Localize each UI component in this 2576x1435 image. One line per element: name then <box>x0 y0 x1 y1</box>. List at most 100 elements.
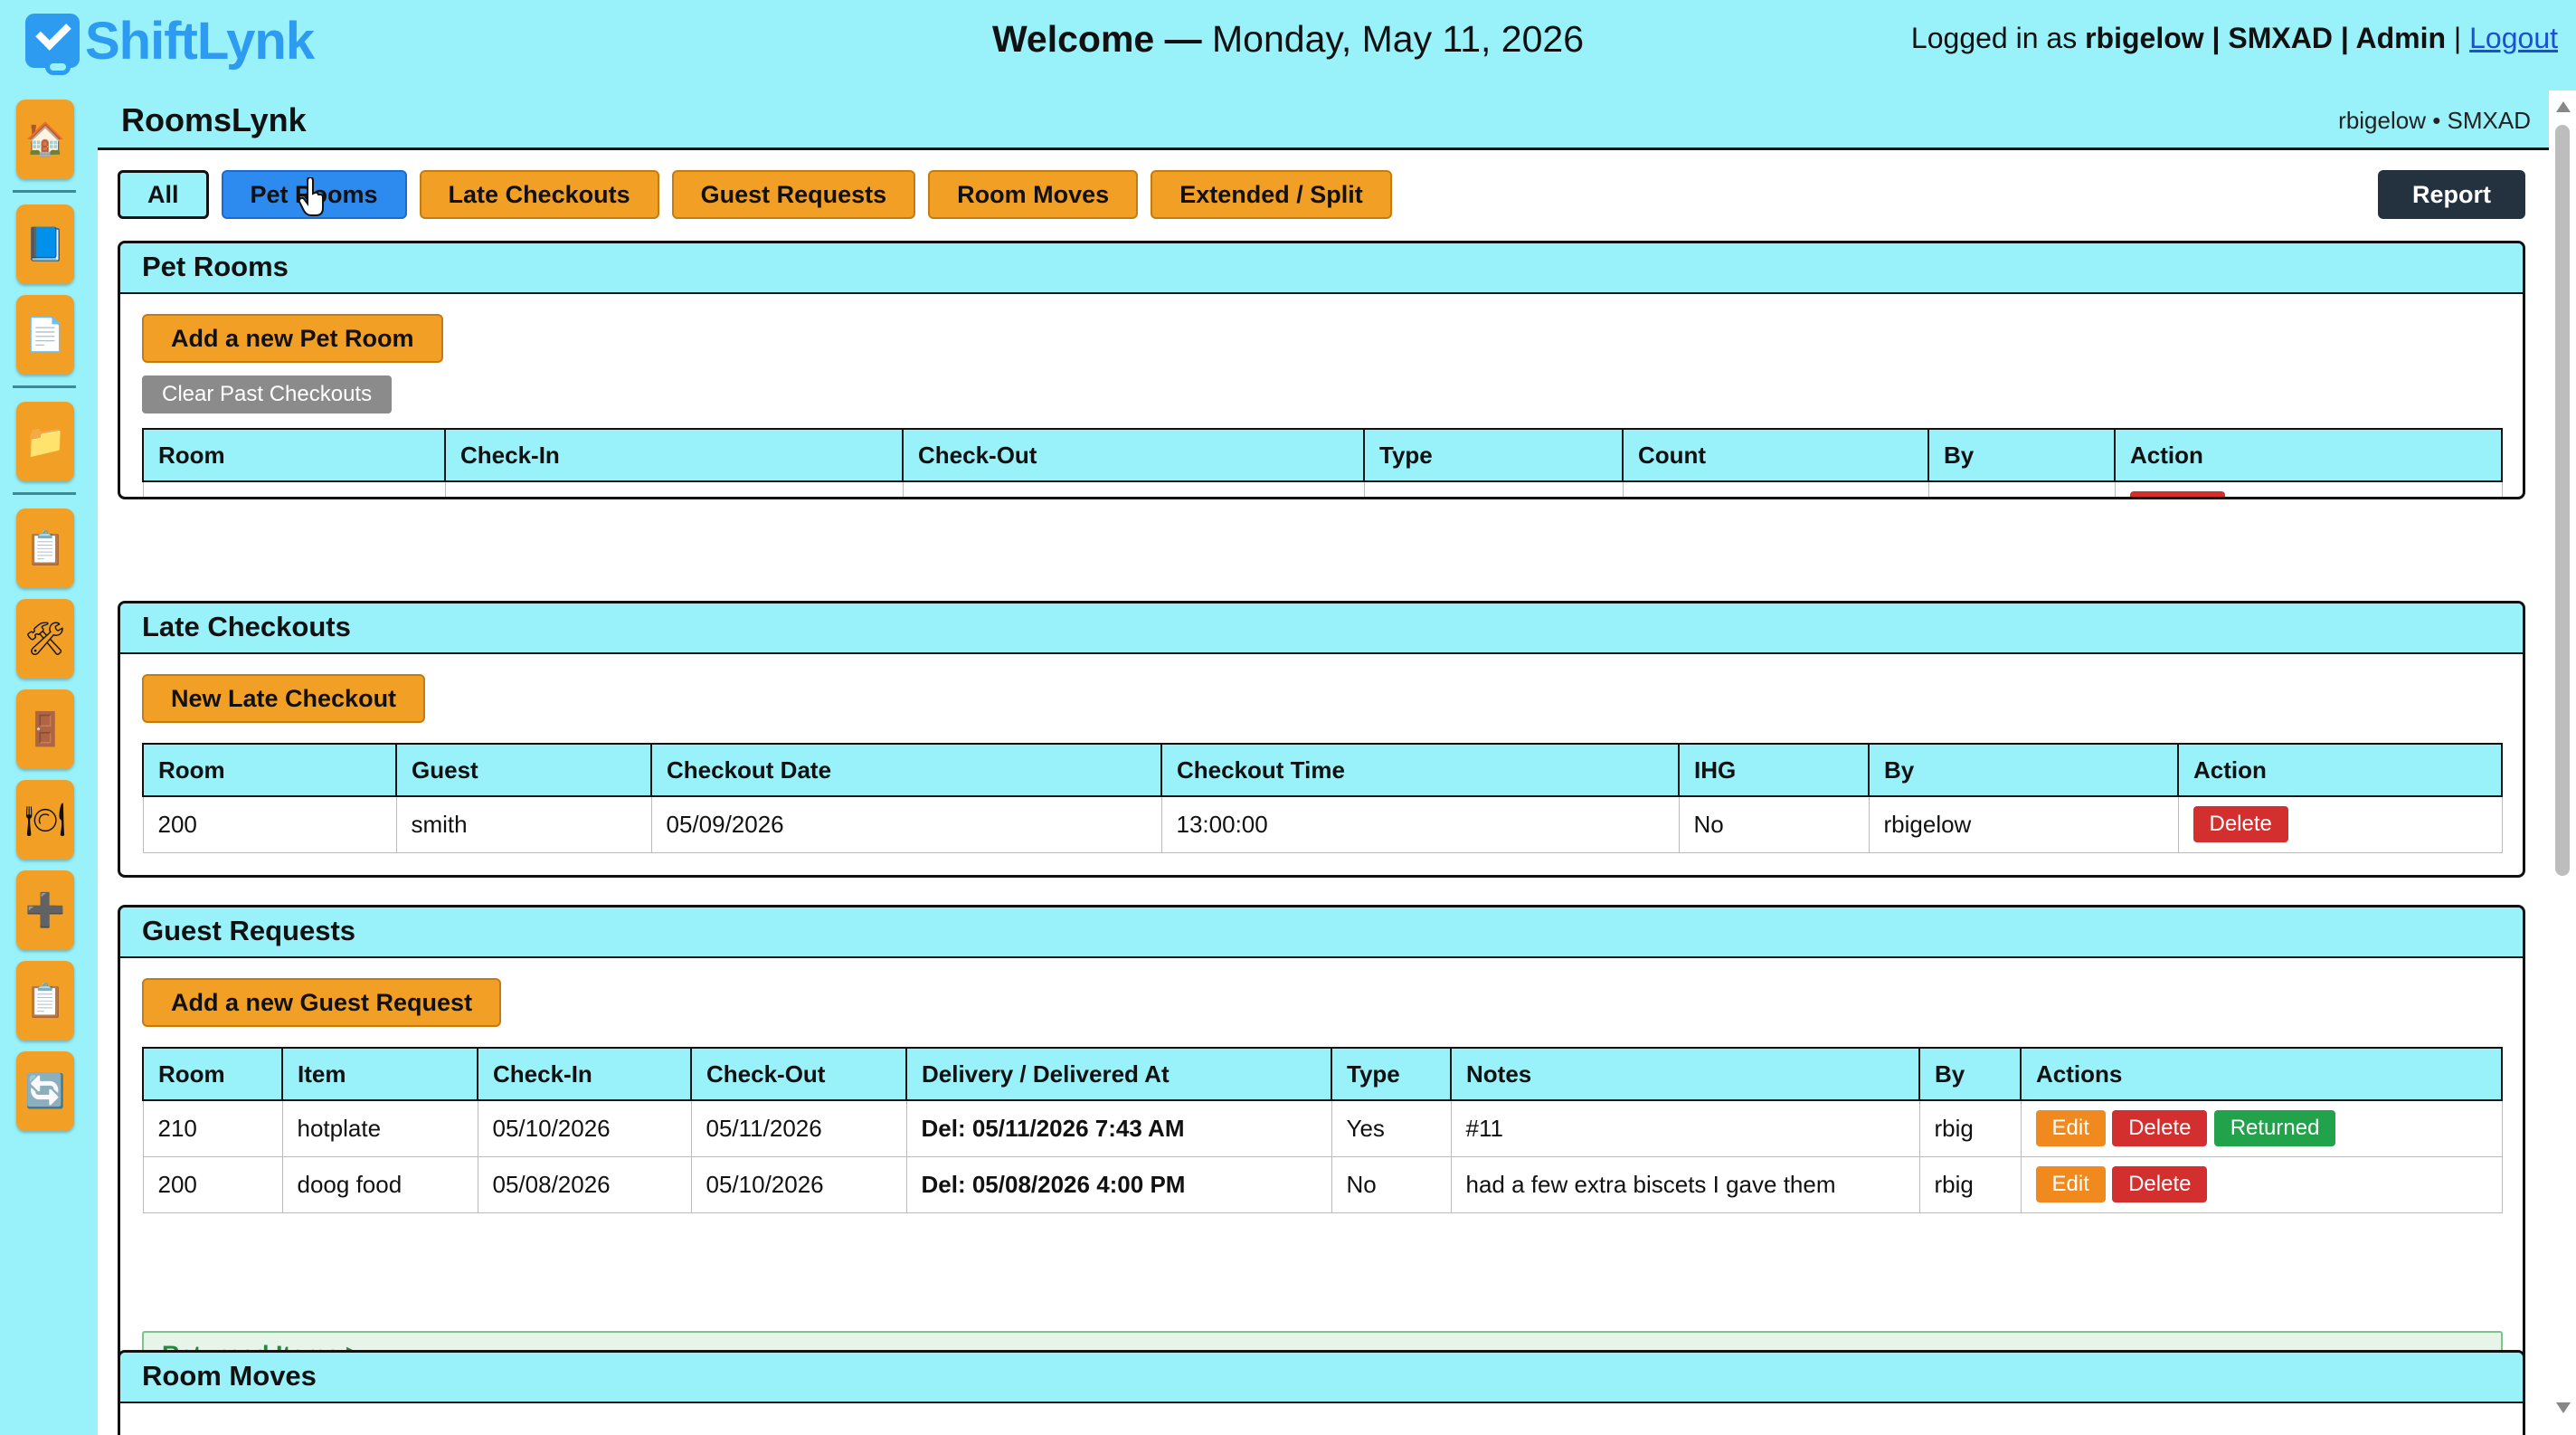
nav-home[interactable]: 🏠 <box>16 100 74 179</box>
by-cell: rbi <box>1927 480 2116 497</box>
scroll-thumb[interactable] <box>2555 125 2570 876</box>
room-cell: 210 <box>142 1099 283 1157</box>
delete-button[interactable]: Delete <box>2112 1166 2208 1202</box>
guest-requests-table: Room Item Check-In Check-Out Delivery / … <box>142 1047 2503 1213</box>
app-title: RoomsLynk <box>121 101 307 138</box>
filter-guest-requests[interactable]: Guest Requests <box>671 170 916 219</box>
check-out-cell: 05/10/2026 <box>902 480 1365 497</box>
filter-extended-split[interactable]: Extended / Split <box>1151 170 1392 219</box>
nav-add[interactable]: ➕ <box>16 870 74 950</box>
nav-refresh[interactable]: 🔄 <box>16 1051 74 1131</box>
table-row: 210 hotplate 05/10/2026 05/11/2026 Del: … <box>142 1099 2503 1157</box>
check-in-cell: 05/08/2026 <box>444 480 904 497</box>
nav-tools[interactable]: 🛠 <box>16 599 74 679</box>
current-date: Monday, May 11, 2026 <box>1212 18 1585 60</box>
report-button[interactable]: Report <box>2378 170 2525 219</box>
pet-rooms-section: Pet Rooms Add a new Pet Room Clear Past … <box>118 241 2525 499</box>
guest-requests-section: Guest Requests Add a new Guest Request R… <box>118 905 2525 1410</box>
column-header[interactable]: Notes <box>1450 1047 1920 1101</box>
room-cell: 200 <box>142 795 397 853</box>
welcome-label: Welcome — <box>991 18 1202 60</box>
checklist-icon: 📋 <box>24 982 66 1019</box>
plate-icon: 🍽 <box>24 801 66 838</box>
by-cell: rbigelow <box>1868 795 2179 853</box>
new-late-checkout-button[interactable]: New Late Checkout <box>142 674 426 723</box>
guest-cell: smith <box>395 795 652 853</box>
returned-button[interactable]: Returned <box>2213 1110 2336 1147</box>
late-checkouts-section: Late Checkouts New Late Checkout Room Gu… <box>118 601 2525 878</box>
column-header[interactable]: Type <box>1331 1047 1452 1101</box>
column-header: Actions <box>2020 1047 2503 1101</box>
delete-button[interactable]: Delete <box>2129 491 2225 497</box>
table-row: 200 05/08/2026 05/10/2026 Pet One rbi De… <box>142 480 2503 497</box>
rail-divider <box>13 190 76 193</box>
column-header[interactable]: Checkout Time <box>1160 743 1680 797</box>
home-icon: 🏠 <box>24 120 66 157</box>
rail-divider <box>13 492 76 495</box>
column-header[interactable]: Item <box>281 1047 478 1101</box>
column-header[interactable]: By <box>1927 428 2116 482</box>
column-header[interactable]: By <box>1868 743 2179 797</box>
nav-folder[interactable]: 📁 <box>16 402 74 481</box>
column-header[interactable]: Checkout Date <box>650 743 1162 797</box>
checkout-date-cell: 05/09/2026 <box>650 795 1162 853</box>
column-header[interactable]: Type <box>1363 428 1624 482</box>
actions-cell: Edit Delete <box>2020 1155 2503 1213</box>
logout-link[interactable]: Logout <box>2469 22 2558 54</box>
plus-icon: ➕ <box>24 891 66 928</box>
actions-cell: Edit Delete Returned <box>2020 1099 2503 1157</box>
item-cell: doog food <box>281 1155 478 1213</box>
nav-book[interactable]: 📘 <box>16 204 74 284</box>
column-header[interactable]: Check-Out <box>690 1047 907 1101</box>
edit-button[interactable]: Edit <box>2035 1166 2106 1202</box>
column-header[interactable]: Check-In <box>444 428 904 482</box>
delivered-at-cell: Del: 05/11/2026 7:43 AM <box>905 1099 1332 1157</box>
top-bar: ShiftLynk Welcome — Monday, May 11, 2026… <box>0 0 2576 81</box>
nav-rooms[interactable]: 🚪 <box>16 689 74 769</box>
column-header[interactable]: Delivery / Delivered At <box>905 1047 1332 1101</box>
column-header[interactable]: Room <box>142 743 397 797</box>
nav-checklist[interactable]: 📋 <box>16 961 74 1041</box>
notes-cell: had a few extra biscets I gave them <box>1450 1155 1920 1213</box>
column-header[interactable]: Room <box>142 428 446 482</box>
clipboard-icon: 📋 <box>24 529 66 566</box>
session-prefix: Logged in as <box>1910 22 2078 54</box>
add-guest-request-button[interactable]: Add a new Guest Request <box>142 978 502 1027</box>
column-header: Action <box>2114 428 2503 482</box>
column-header[interactable]: By <box>1918 1047 2022 1101</box>
tools-icon: 🛠 <box>24 620 66 657</box>
column-header[interactable]: Guest <box>395 743 652 797</box>
nav-clipboard[interactable]: 📋 <box>16 508 74 588</box>
delete-button[interactable]: Delete <box>2112 1110 2208 1147</box>
shiftlynk-logo[interactable]: ShiftLynk <box>25 5 315 76</box>
column-header[interactable]: Room <box>142 1047 283 1101</box>
nav-document[interactable]: 📄 <box>16 295 74 375</box>
column-header[interactable]: Check-In <box>477 1047 692 1101</box>
check-in-cell: 05/08/2026 <box>477 1155 692 1213</box>
nav-dining[interactable]: 🍽 <box>16 780 74 860</box>
column-header[interactable]: Count <box>1622 428 1929 482</box>
edit-button[interactable]: Edit <box>2035 1110 2106 1147</box>
hand-cursor-icon <box>298 177 324 216</box>
document-icon: 📄 <box>24 316 66 353</box>
main-panel: RoomsLynk rbigelow • SMXAD All Pet Rooms… <box>98 90 2549 1435</box>
clear-past-checkouts-button[interactable]: Clear Past Checkouts <box>142 375 393 413</box>
scroll-down-arrow-icon[interactable] <box>2556 1402 2571 1413</box>
scroll-up-arrow-icon[interactable] <box>2556 101 2571 112</box>
action-cell: Delete <box>2177 795 2503 853</box>
check-out-cell: 05/11/2026 <box>690 1099 907 1157</box>
filter-late-checkouts[interactable]: Late Checkouts <box>419 170 659 219</box>
add-pet-room-button[interactable]: Add a new Pet Room <box>142 314 443 363</box>
check-in-cell: 05/10/2026 <box>477 1099 692 1157</box>
brand-name: ShiftLynk <box>85 11 315 71</box>
filter-all[interactable]: All <box>118 170 209 219</box>
session-info: Logged in as rbigelow | SMXAD | Admin | … <box>1911 22 2558 55</box>
delete-button[interactable]: Delete <box>2192 806 2288 843</box>
filter-room-moves[interactable]: Room Moves <box>928 170 1139 219</box>
column-header[interactable]: IHG <box>1678 743 1870 797</box>
vertical-scrollbar[interactable] <box>2549 90 2576 1435</box>
folder-icon: 📁 <box>24 423 66 460</box>
column-header[interactable]: Check-Out <box>902 428 1365 482</box>
by-cell: rbig <box>1918 1155 2022 1213</box>
late-checkouts-heading: Late Checkouts <box>120 603 2523 654</box>
